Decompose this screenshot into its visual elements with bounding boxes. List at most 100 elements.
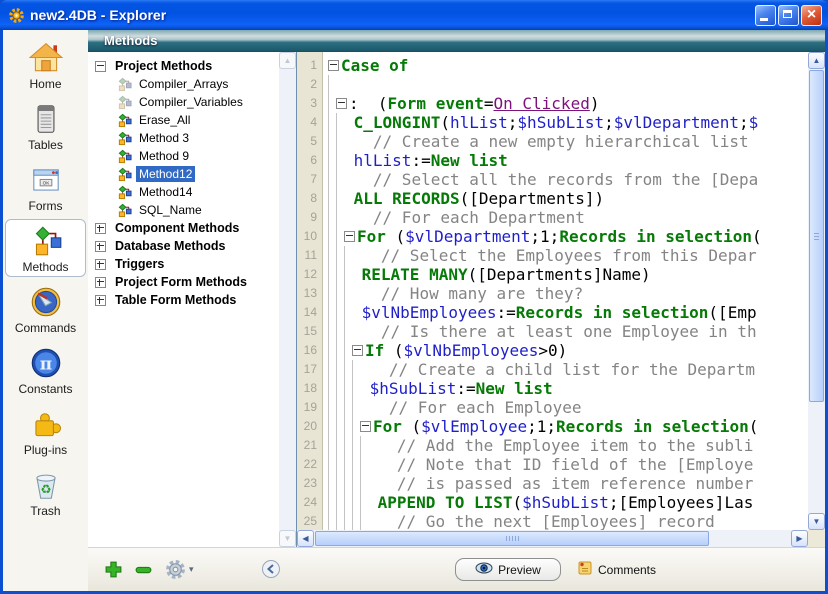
tree-category-triggers[interactable]: Triggers [88, 255, 279, 273]
tree-label: Project Methods [112, 58, 215, 74]
line-number: 15 [297, 322, 322, 341]
tree-item-method-3[interactable]: Method 3 [88, 129, 279, 147]
indent-guide [336, 208, 344, 227]
minimize-button[interactable] [755, 5, 776, 26]
code-token: : ( [349, 94, 388, 113]
sidebar-item-label: Forms [6, 199, 85, 213]
code-token: Form event [388, 94, 484, 113]
indent-guide [328, 208, 336, 227]
sidebar-item-tables[interactable]: Tables [5, 97, 86, 155]
code-token: Records in selection [559, 227, 752, 246]
code-token: ; [739, 113, 749, 132]
fold-minus-icon[interactable] [352, 345, 363, 356]
remove-method-button[interactable] [134, 560, 153, 584]
preview-button[interactable]: Preview [455, 558, 561, 581]
code-token: ( [440, 113, 450, 132]
fold-minus-icon[interactable] [360, 421, 371, 432]
editor-vertical-scrollbar[interactable]: ▲ ▼ [808, 52, 825, 530]
maximize-button[interactable] [778, 5, 799, 26]
code-token: ( [749, 417, 759, 436]
code-token: ( [513, 493, 523, 512]
svg-text:OK: OK [42, 181, 50, 186]
sidebar-item-constants[interactable]: πConstants [5, 341, 86, 399]
indent-guide [328, 170, 336, 189]
tree-category-table-form-methods[interactable]: Table Form Methods [88, 291, 279, 309]
collapse-sidebar-button[interactable] [261, 559, 281, 584]
sidebar-item-label: Plug-ins [6, 443, 85, 457]
code-line: // Go the next [Employees] record [328, 512, 808, 530]
sidebar-item-trash[interactable]: ♻Trash [5, 463, 86, 521]
code-token [352, 303, 362, 322]
fold-minus-icon[interactable] [344, 231, 355, 242]
editor-horizontal-scrollbar[interactable]: ◀ ▶ [297, 530, 825, 547]
code-line: ALL RECORDS([Departments]) [328, 189, 808, 208]
plugins-icon [28, 406, 64, 442]
tree-item-erase-all[interactable]: Erase_All [88, 111, 279, 129]
tree-item-method-9[interactable]: Method 9 [88, 147, 279, 165]
code-token: ( [386, 227, 405, 246]
collapse-icon[interactable] [95, 61, 106, 72]
tree-label: Method12 [136, 166, 195, 182]
forms-icon: OK [28, 162, 64, 198]
add-method-button[interactable] [104, 560, 123, 584]
code-token: $ [749, 113, 759, 132]
indent-guide [328, 474, 336, 493]
code-token [344, 132, 373, 151]
scroll-up-icon[interactable]: ▲ [279, 52, 296, 69]
tree-category-component-methods[interactable]: Component Methods [88, 219, 279, 237]
code-token: // Go the next [Employees] record [397, 512, 715, 530]
tree-item-compiler-arrays[interactable]: Compiler_Arrays [88, 75, 279, 93]
settings-button[interactable] [165, 559, 186, 585]
indent-guide [328, 303, 336, 322]
vertical-scroll-thumb[interactable] [809, 70, 824, 402]
tree-item-sql-name[interactable]: SQL_Name [88, 201, 279, 219]
tree-category-project-methods[interactable]: Project Methods [88, 57, 279, 75]
expand-icon[interactable] [95, 277, 106, 288]
scroll-down-icon[interactable]: ▼ [279, 530, 296, 547]
indent-guide [344, 436, 352, 455]
sidebar-item-methods[interactable]: Methods [5, 219, 86, 277]
tree-item-compiler-variables[interactable]: Compiler_Variables [88, 93, 279, 111]
tree-item-method12[interactable]: Method12 [88, 165, 279, 183]
indent-guide [336, 360, 344, 379]
scroll-down-icon[interactable]: ▼ [808, 513, 825, 530]
code-line: If ($vlNbEmployees>0) [328, 341, 808, 360]
code-token [352, 246, 381, 265]
indent-guide [344, 284, 352, 303]
trash-icon: ♻ [28, 467, 64, 503]
tree-category-database-methods[interactable]: Database Methods [88, 237, 279, 255]
horizontal-scroll-thumb[interactable] [315, 531, 709, 546]
tree-scrollbar[interactable]: ▲ ▼ [279, 52, 296, 547]
tree-category-project-form-methods[interactable]: Project Form Methods [88, 273, 279, 291]
tree-item-method14[interactable]: Method14 [88, 183, 279, 201]
close-button[interactable] [801, 5, 822, 26]
indent-guide [336, 474, 344, 493]
indent-guide [336, 113, 344, 132]
expand-icon[interactable] [95, 241, 106, 252]
sidebar-item-forms[interactable]: OK Forms [5, 158, 86, 216]
sidebar-item-home[interactable]: Home [5, 36, 86, 94]
indent-guide [344, 512, 352, 530]
scroll-right-icon[interactable]: ▶ [791, 530, 808, 547]
code-token: // For each Employee [389, 398, 582, 417]
sidebar-item-plug-ins[interactable]: Plug-ins [5, 402, 86, 460]
comments-toggle[interactable]: Comments [577, 560, 656, 579]
methods-tree-panel: Project MethodsCompiler_ArraysCompiler_V… [88, 52, 296, 547]
fold-minus-icon[interactable] [336, 98, 347, 109]
scroll-left-icon[interactable]: ◀ [297, 530, 314, 547]
window-content: HomeTables OK Forms MethodsCommandsπConstan… [3, 30, 825, 591]
indent-guide [336, 189, 344, 208]
expand-icon[interactable] [95, 295, 106, 306]
line-number: 17 [297, 360, 322, 379]
indent-guide [344, 322, 352, 341]
sidebar-item-commands[interactable]: Commands [5, 280, 86, 338]
code-area[interactable]: Case of: (Form event=On Clicked) C_LONGI… [323, 52, 808, 530]
code-line: // Select all the records from the [Depa [328, 170, 808, 189]
indent-guide [360, 436, 368, 455]
fold-minus-icon[interactable] [328, 60, 339, 71]
scroll-up-icon[interactable]: ▲ [808, 52, 825, 69]
indent-guide [360, 474, 368, 493]
settings-caret-icon[interactable]: ▾ [189, 564, 194, 575]
expand-icon[interactable] [95, 223, 106, 234]
expand-icon[interactable] [95, 259, 106, 270]
